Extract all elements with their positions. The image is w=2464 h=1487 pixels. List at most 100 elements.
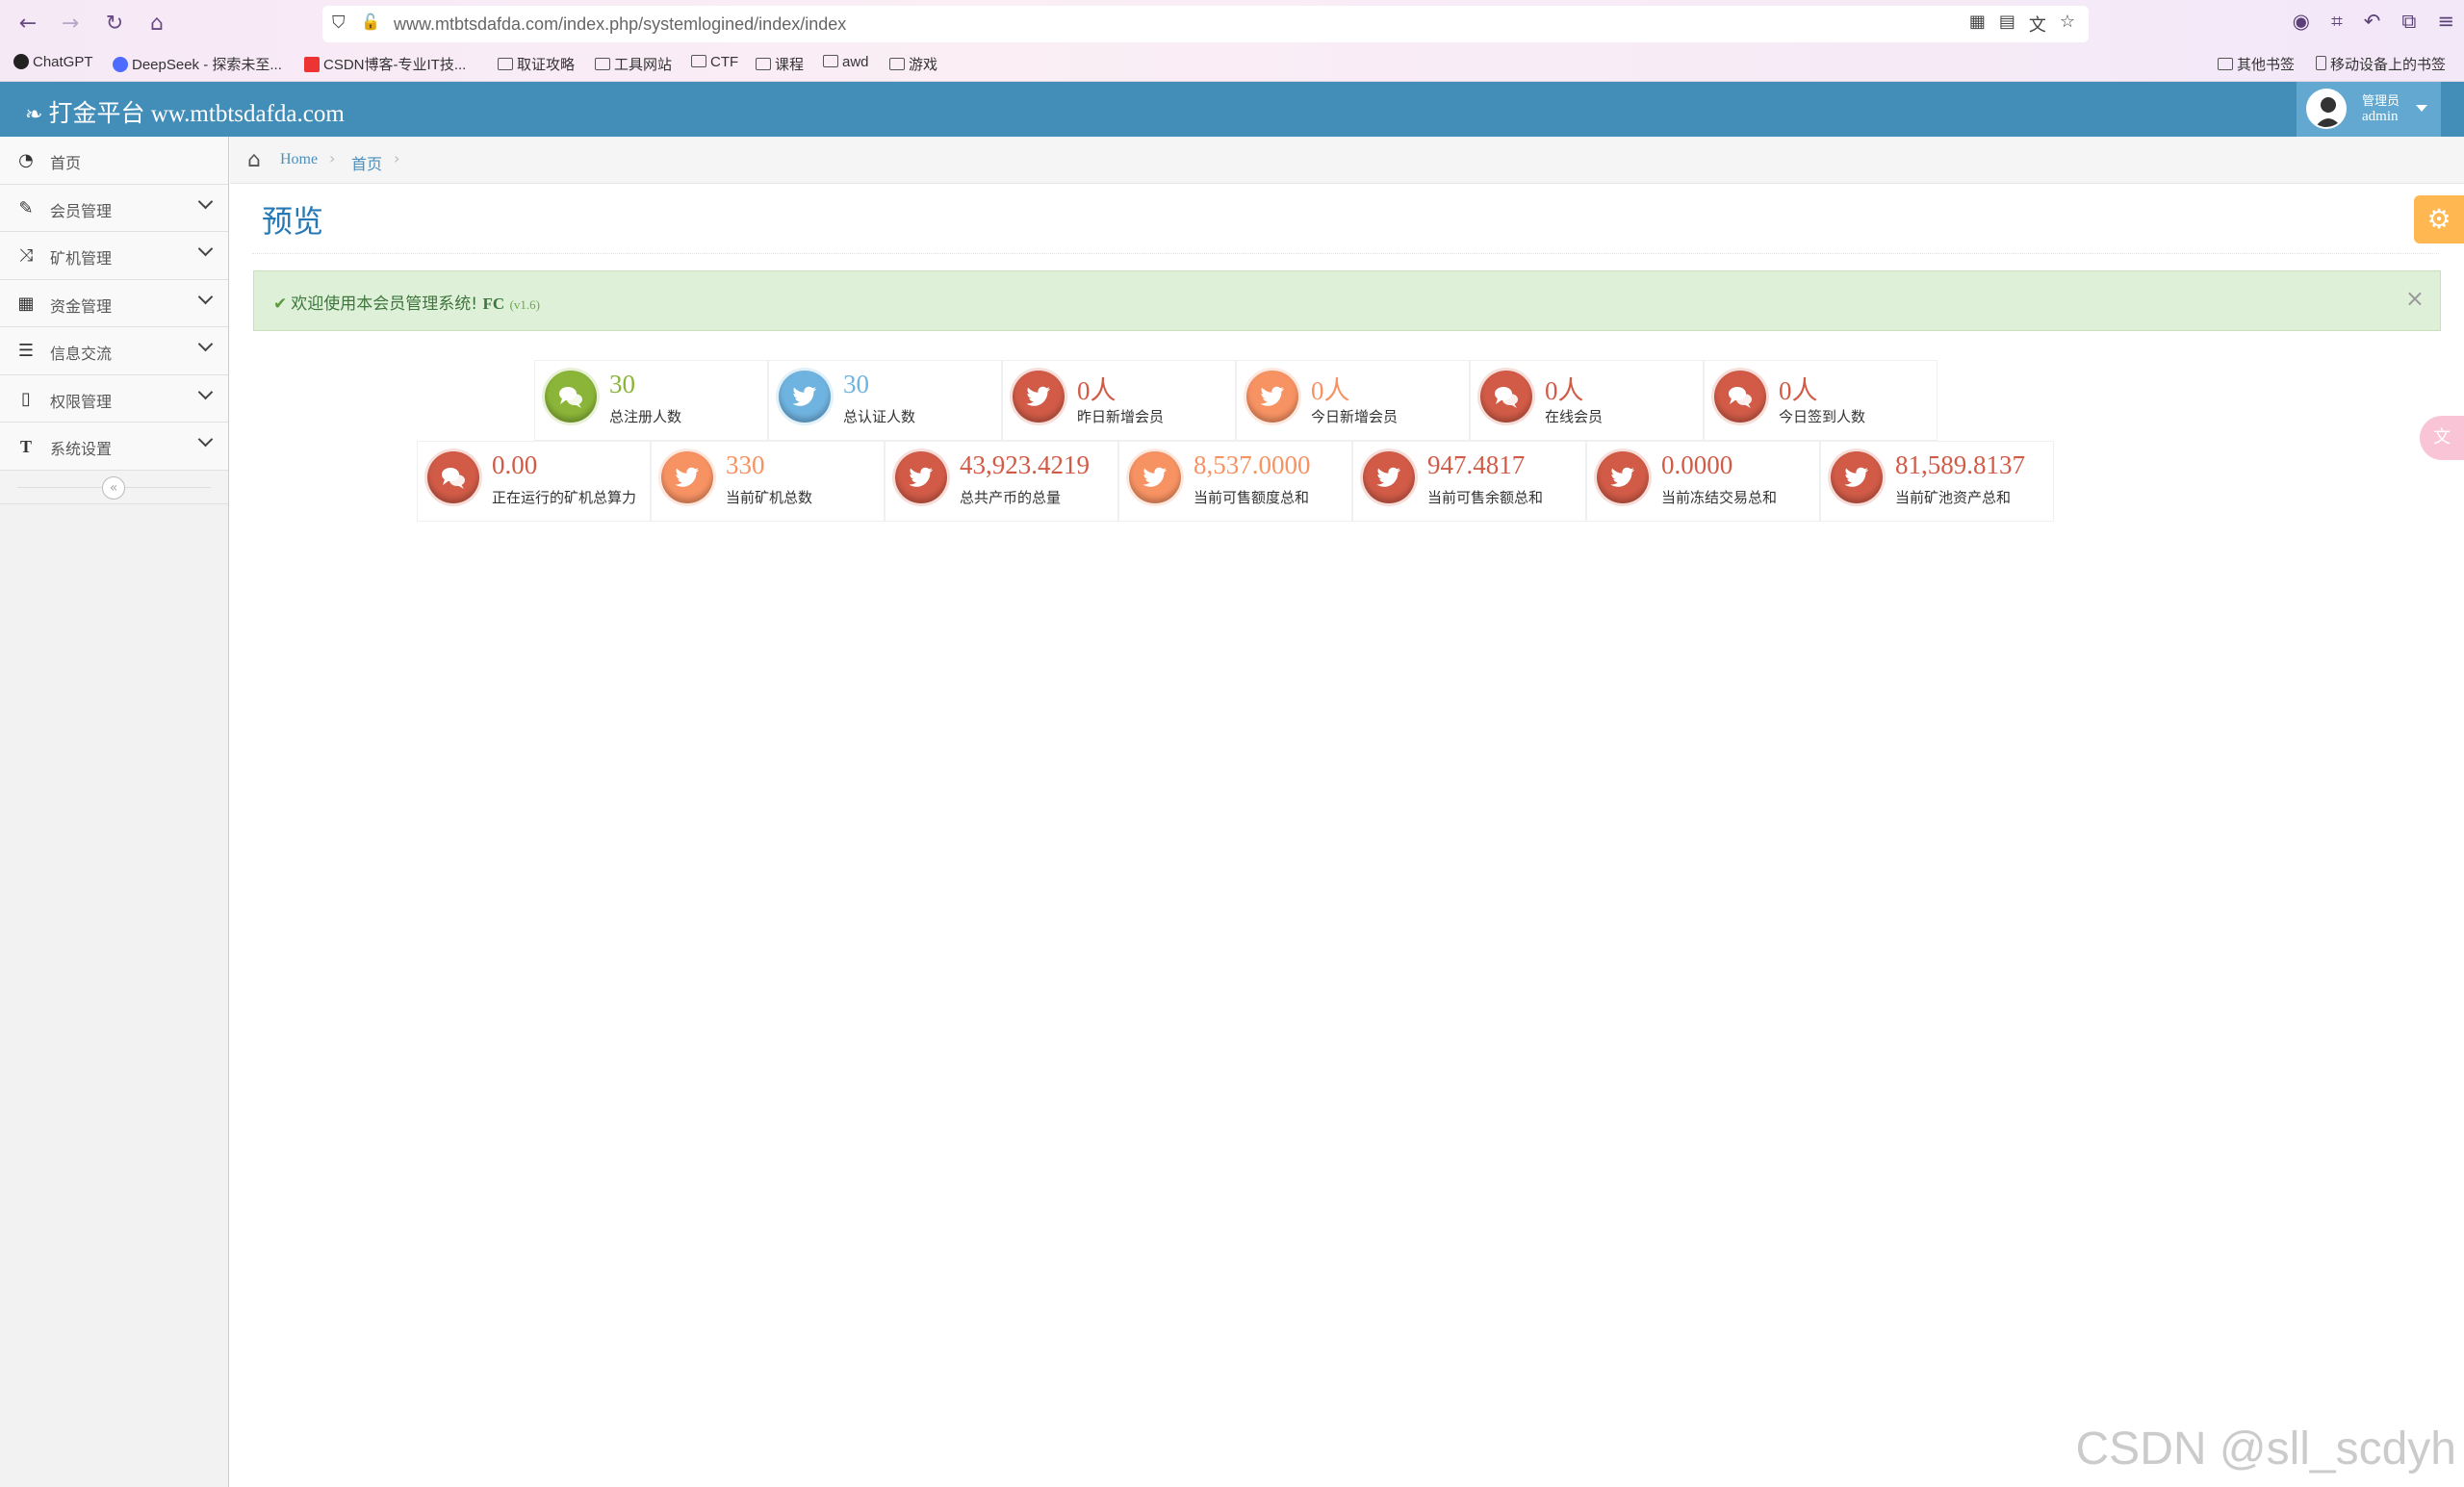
folder-icon [691, 55, 706, 67]
twitter-icon [661, 451, 713, 503]
shield-icon: ⛉ [332, 13, 346, 33]
folder-icon [498, 58, 513, 70]
collapse-sidebar-icon[interactable]: « [102, 475, 125, 500]
twitter-icon [1597, 451, 1649, 503]
stat-card: 0.00 正在运行的矿机总算力 [417, 441, 651, 522]
caret-down-icon [2416, 105, 2427, 112]
alert-version: (v1.6) [509, 297, 540, 312]
crop-icon[interactable]: ⌗ [2331, 10, 2343, 34]
page-title: 预览 [262, 203, 324, 240]
home-icon: ⌂ [247, 148, 261, 172]
comments-icon [545, 371, 597, 423]
chevron-down-icon [197, 289, 214, 304]
stat-label: 今日签到人数 [1779, 408, 1866, 425]
bookmark-folder[interactable]: 取证攻略 [498, 54, 575, 74]
bookmark-csdn[interactable]: CSDN博客-专业IT技... [304, 54, 466, 74]
text-icon: T [19, 437, 32, 456]
stat-card: 0人在线会员 [1470, 360, 1704, 441]
stat-label: 在线会员 [1545, 408, 1604, 425]
breadcrumb-separator-icon: › [329, 149, 336, 167]
stat-card: 30 总注册人数 [534, 360, 768, 441]
stat-value: 0人 [1779, 376, 1818, 405]
breadcrumb: ⌂ Home › 首页 › [230, 137, 2464, 184]
file-icon: ▯ [21, 388, 31, 409]
translate-icon[interactable]: 文 [2029, 12, 2046, 37]
comments-icon [1480, 371, 1532, 423]
calendar-icon: ▦ [17, 293, 35, 314]
stat-card: 0人今日新增会员 [1236, 360, 1470, 441]
stat-value: 0.00 [492, 450, 538, 479]
home-icon[interactable]: ⌂ [142, 10, 171, 38]
stat-value: 0人 [1077, 376, 1116, 405]
bookmark-deepseek[interactable]: DeepSeek - 探索未至... [113, 54, 282, 74]
twitter-icon [1013, 371, 1065, 423]
watermark: CSDN @sll_scdyh [2075, 1423, 2456, 1474]
gear-icon[interactable]: ⚙ [2414, 195, 2464, 244]
folder-icon [2218, 58, 2233, 70]
bookmark-folder[interactable]: 游戏 [889, 54, 937, 74]
chevron-down-icon [197, 193, 214, 209]
breadcrumb-separator-icon: › [394, 149, 400, 167]
stat-value: 30 [843, 370, 869, 398]
chatgpt-icon [13, 54, 29, 69]
stat-label: 今日新增会员 [1311, 408, 1399, 425]
extensions-icon[interactable]: ⧉ [2401, 10, 2416, 34]
breadcrumb-current[interactable]: 首页 [351, 151, 382, 174]
stat-card: 0.0000 当前冻结交易总和 [1586, 441, 1820, 522]
reload-icon[interactable]: ↻ [100, 10, 129, 38]
bookmark-folder[interactable]: awd [823, 54, 869, 70]
stat-value: 947.4817 [1427, 450, 1526, 479]
bookmark-folder[interactable]: 课程 [756, 54, 804, 74]
qr-code-icon[interactable]: ▦ [1969, 12, 1986, 37]
dashboard-icon: ◔ [18, 150, 34, 170]
sidebar-item-home[interactable]: ◔ 首页 [0, 137, 228, 185]
stat-card: 330 当前矿机总数 [651, 441, 885, 522]
stat-value: 330 [726, 450, 765, 479]
sidebar-collapse-row: « [0, 470, 228, 504]
divider [252, 253, 2439, 254]
stat-value: 0人 [1545, 376, 1584, 405]
stat-label: 总注册人数 [609, 408, 682, 425]
welcome-alert: ✔ 欢迎使用本会员管理系统! FC (v1.6) × [253, 270, 2441, 331]
sidebar-item-messages[interactable]: ☰ 信息交流 [0, 327, 228, 375]
sidebar-item-settings[interactable]: T 系统设置 [0, 423, 228, 471]
user-menu[interactable]: 管理员 admin [2297, 82, 2441, 137]
bookmark-folder[interactable]: 工具网站 [595, 54, 672, 74]
bookmark-mobile[interactable]: 移动设备上的书签 [2316, 54, 2446, 74]
csdn-icon [304, 57, 320, 72]
bookmark-star-icon[interactable]: ☆ [2060, 12, 2075, 37]
url-text: www.mtbtsdafda.com/index.php/systemlogin… [394, 14, 847, 34]
bookmark-chatgpt[interactable]: ChatGPT [13, 54, 93, 70]
stat-card: 30 总认证人数 [768, 360, 1002, 441]
forward-arrow-icon[interactable]: → [56, 10, 85, 38]
breadcrumb-home[interactable]: Home [280, 151, 318, 168]
app-header: ❧ 打金平台 ww.mtbtsdafda.com 管理员 admin [0, 82, 2464, 137]
check-icon: ✔ [273, 295, 288, 314]
close-icon[interactable]: × [2405, 285, 2425, 312]
shuffle-icon: ⤨ [18, 245, 34, 266]
bookmarks-bar: ChatGPT DeepSeek - 探索未至... CSDN博客-专业IT技.… [0, 50, 2464, 79]
back-arrow-icon[interactable]: ← [13, 10, 42, 38]
sidebar-item-miners[interactable]: ⤨ 矿机管理 [0, 232, 228, 280]
sidebar-item-funds[interactable]: ▦ 资金管理 [0, 279, 228, 327]
stat-value: 0人 [1311, 376, 1350, 405]
account-icon[interactable]: ◉ [2293, 10, 2310, 34]
sidebar-item-members[interactable]: ✎ 会员管理 [0, 184, 228, 232]
stat-label: 当前可售额度总和 [1194, 489, 1310, 506]
stat-label: 当前冻结交易总和 [1661, 489, 1778, 506]
stat-card: 81,589.8137 当前矿池资产总和 [1820, 441, 2054, 522]
stat-label: 昨日新增会员 [1077, 408, 1165, 425]
chevron-down-icon [197, 431, 214, 448]
translate-float-icon[interactable]: 文 [2420, 416, 2464, 460]
stat-card: 43,923.4219 总共产币的总量 [885, 441, 1118, 522]
sidebar-item-permissions[interactable]: ▯ 权限管理 [0, 374, 228, 423]
reader-view-icon[interactable]: ▤ [1999, 12, 2015, 37]
undo-icon[interactable]: ↶ [2364, 10, 2381, 34]
folder-icon [756, 58, 771, 70]
bookmark-folder[interactable]: CTF [691, 54, 738, 70]
stat-label: 当前矿池资产总和 [1895, 489, 2012, 506]
brand[interactable]: ❧ 打金平台 ww.mtbtsdafda.com [25, 94, 345, 129]
menu-icon[interactable]: ≡ [2437, 10, 2454, 34]
bookmark-other[interactable]: 其他书签 [2218, 54, 2295, 74]
address-bar[interactable]: ⛉ 🔓 www.mtbtsdafda.com/index.php/systeml… [322, 6, 2089, 42]
